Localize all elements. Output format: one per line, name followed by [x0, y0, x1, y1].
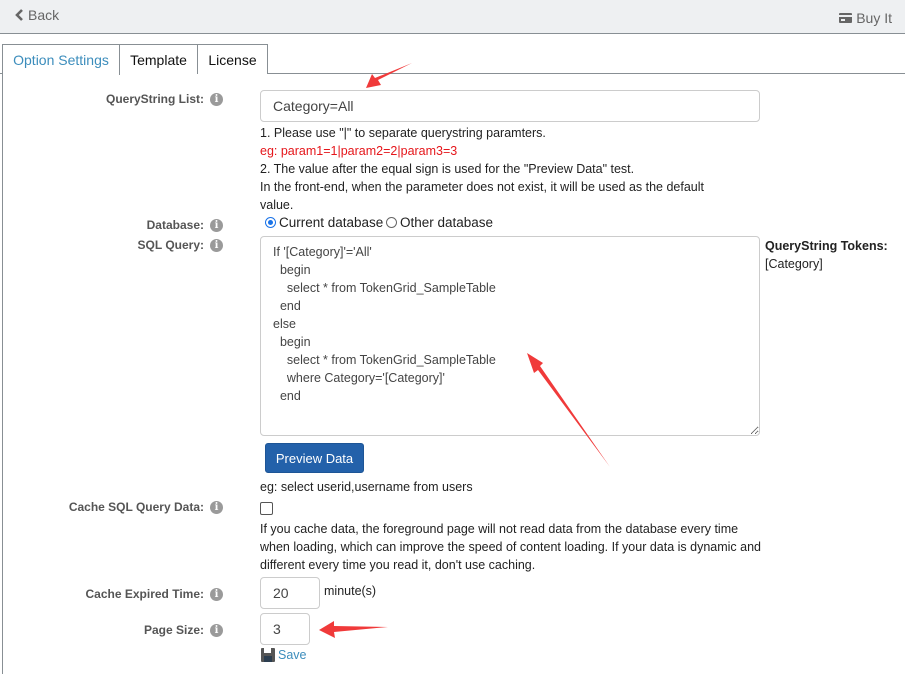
database-label: Database: i [147, 218, 223, 232]
cache-expired-input[interactable] [260, 577, 320, 609]
back-button[interactable]: Back [15, 7, 59, 23]
buy-label: Buy It [856, 10, 892, 26]
tab-template[interactable]: Template [120, 44, 198, 74]
save-label: Save [278, 648, 307, 662]
sql-label: SQL Query: i [138, 238, 223, 252]
cache-expired-label-text: Cache Expired Time: [85, 587, 205, 601]
page-size-label-text: Page Size: [143, 623, 204, 637]
page-size-input[interactable] [260, 613, 310, 645]
querystring-help-line1: 1. Please use "|" to separate querystrin… [260, 126, 546, 140]
querystring-help-line3: In the front-end, when the parameter doe… [260, 180, 705, 212]
credit-card-icon [839, 13, 853, 23]
radio-other-database-label: Other database [400, 215, 494, 230]
cache-expired-unit: minute(s) [324, 584, 377, 598]
panel-border [2, 73, 3, 674]
querystring-help-line2: 2. The value after the equal sign is use… [260, 162, 635, 176]
database-label-text: Database: [146, 218, 204, 232]
cache-label: Cache SQL Query Data: i [69, 500, 223, 514]
sql-label-text: SQL Query: [137, 238, 204, 252]
cache-label-text: Cache SQL Query Data: [68, 500, 204, 514]
querystring-help: 1. Please use "|" to separate querystrin… [260, 124, 760, 214]
info-icon[interactable]: i [210, 92, 223, 106]
floppy-disk-icon [261, 648, 275, 662]
querystring-label: QueryString List: i [106, 92, 223, 106]
back-label: Back [28, 7, 60, 23]
cache-expired-label: Cache Expired Time: i [85, 587, 223, 601]
querystring-tokens-title: QueryString Tokens: [765, 239, 888, 253]
info-icon[interactable]: i [210, 587, 223, 601]
buy-button[interactable]: Buy It [839, 10, 892, 26]
querystring-help-example: eg: param1=1|param2=2|param3=3 [260, 144, 458, 158]
radio-current-database[interactable]: Current database [265, 215, 383, 230]
info-icon[interactable]: i [210, 500, 223, 514]
info-icon[interactable]: i [210, 623, 223, 637]
radio-unselected-icon[interactable] [386, 217, 397, 228]
cache-help: If you cache data, the foreground page w… [260, 522, 762, 572]
tab-license[interactable]: License [198, 44, 268, 74]
top-bar: Back Buy It [0, 0, 905, 34]
preview-data-button[interactable]: Preview Data [265, 443, 364, 473]
querystring-label-text: QueryString List: [105, 92, 204, 106]
radio-selected-icon[interactable] [265, 217, 276, 228]
annotation-arrow-page-size [319, 621, 388, 638]
querystring-tokens-value: [Category] [765, 257, 823, 271]
annotation-arrow-querystring [366, 63, 412, 88]
querystring-input[interactable] [260, 90, 760, 122]
info-icon[interactable]: i [210, 238, 223, 252]
radio-current-database-label: Current database [279, 215, 384, 230]
sql-query-textarea[interactable]: If '[Category]'='All' begin select * fro… [260, 236, 760, 436]
radio-other-database[interactable]: Other database [386, 215, 493, 230]
info-icon[interactable]: i [210, 218, 223, 232]
sql-example: eg: select userid,username from users [260, 480, 473, 494]
cache-checkbox[interactable] [260, 502, 273, 515]
page-size-label: Page Size: i [144, 623, 223, 637]
chevron-left-icon [15, 9, 23, 21]
tab-option-settings[interactable]: Option Settings [2, 44, 120, 75]
save-button[interactable]: Save [261, 648, 307, 662]
